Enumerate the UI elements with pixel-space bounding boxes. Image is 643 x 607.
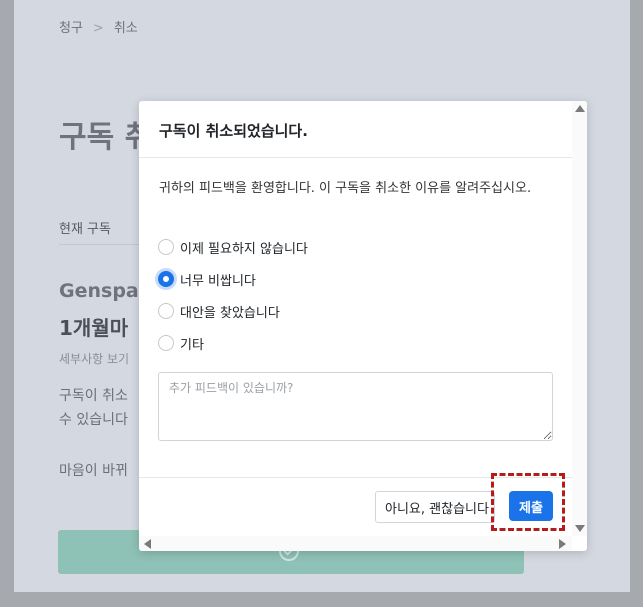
modal-footer-divider — [139, 477, 572, 478]
change-mind-text: 마음이 바뀌 — [59, 463, 128, 479]
option-label: 기타 — [180, 337, 204, 353]
option-label: 이제 필요하지 않습니다 — [180, 241, 308, 257]
vertical-scrollbar[interactable] — [572, 101, 587, 536]
option-label: 대안을 찾았습니다 — [180, 305, 280, 321]
cancel-notice-line: 구독이 취소 — [59, 388, 128, 404]
breadcrumb-cancel: 취소 — [113, 21, 138, 36]
cancel-notice: 구독이 취소 수 있습니다 — [59, 384, 128, 432]
reason-option-not-needed[interactable]: 이제 필요하지 않습니다 — [158, 237, 308, 257]
feedback-textarea[interactable] — [158, 372, 553, 441]
modal-title: 구독이 취소되었습니다. — [159, 122, 308, 140]
horizontal-scrollbar[interactable] — [139, 536, 572, 551]
reason-option-too-expensive[interactable]: 너무 비쌉니다 — [158, 269, 256, 289]
scroll-right-arrow-icon[interactable] — [559, 539, 566, 549]
cancel-feedback-modal: 구독이 취소되었습니다. 귀하의 피드백을 환영합니다. 이 구독을 취소한 이… — [139, 101, 587, 551]
no-thanks-button[interactable]: 아니요, 괜찮습니다 — [375, 491, 495, 523]
radio-button[interactable] — [158, 239, 174, 255]
current-subscription-label: 현재 구독 — [59, 222, 111, 237]
scroll-down-arrow-icon[interactable] — [575, 525, 585, 532]
radio-button-checked[interactable] — [158, 271, 174, 287]
option-label: 너무 비쌉니다 — [180, 273, 256, 289]
radio-button[interactable] — [158, 303, 174, 319]
reason-option-found-alternative[interactable]: 대안을 찾았습니다 — [158, 301, 280, 321]
radio-button[interactable] — [158, 335, 174, 351]
plan-price: 1개월마 — [59, 316, 129, 340]
chevron-right-icon: > — [92, 21, 104, 36]
scroll-left-arrow-icon[interactable] — [144, 539, 151, 549]
details-link[interactable]: 세부사항 보기 — [59, 350, 129, 367]
submit-button[interactable]: 제출 — [509, 491, 553, 521]
cancel-notice-line: 수 있습니다 — [59, 412, 128, 428]
breadcrumb: 청구 > 취소 — [59, 17, 138, 36]
feedback-prompt: 귀하의 피드백을 환영합니다. 이 구독을 취소한 이유를 알려주십시오. — [159, 181, 532, 196]
breadcrumb-billing[interactable]: 청구 — [59, 21, 83, 36]
scroll-up-arrow-icon[interactable] — [575, 105, 585, 112]
modal-header: 구독이 취소되었습니다. — [139, 101, 572, 158]
reason-option-other[interactable]: 기타 — [158, 333, 204, 353]
